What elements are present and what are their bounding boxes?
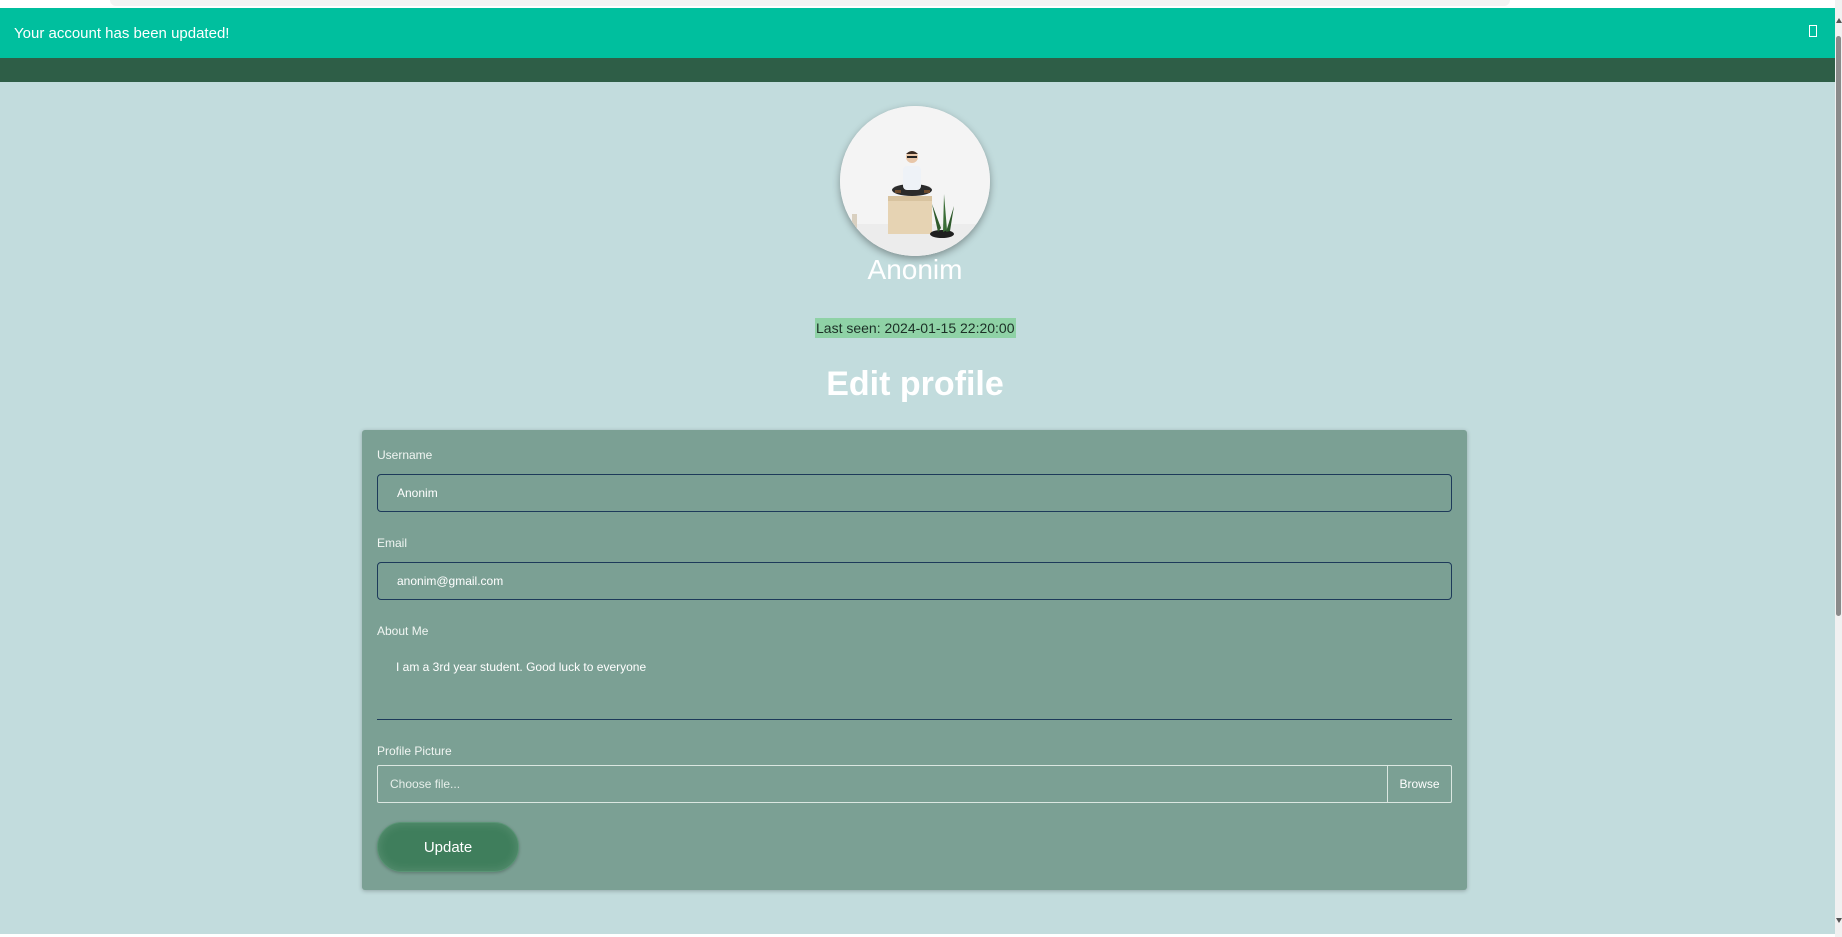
scrollbar[interactable] [1835,0,1842,937]
about-textarea[interactable]: I am a 3rd year student. Good luck to ev… [377,632,1452,720]
browse-button[interactable]: Browse [1387,766,1451,802]
update-button[interactable]: Update [377,822,519,872]
success-alert: Your account has been updated! [0,8,1835,58]
last-seen-text: Last seen: 2024-01-15 22:20:00 [815,318,1016,338]
page-title: Edit profile [826,365,1004,403]
scroll-up-icon[interactable] [1836,18,1842,23]
profile-picture-input[interactable]: Choose file... Browse [377,765,1452,803]
username-field[interactable]: Anonim [377,474,1452,512]
browser-tab-edge [110,0,1510,6]
close-icon[interactable] [1809,25,1817,37]
navbar [0,58,1835,82]
edit-profile-form: Username Anonim Email anonim@gmail.com A… [362,430,1467,890]
page: Your account has been updated! Anonim La… [0,0,1842,937]
scrollbar-thumb[interactable] [1836,36,1841,616]
avatar-image [840,106,990,256]
file-placeholder[interactable]: Choose file... [378,766,1387,802]
alert-message: Your account has been updated! [14,24,230,42]
email-label: Email [377,536,408,550]
email-field[interactable]: anonim@gmail.com [377,562,1452,600]
profile-picture-label: Profile Picture [377,744,452,758]
browser-top-strip [0,0,1835,8]
avatar [840,106,990,256]
username-label: Username [377,448,433,462]
profile-username: Anonim [867,254,963,285]
scroll-down-icon[interactable] [1836,918,1842,923]
